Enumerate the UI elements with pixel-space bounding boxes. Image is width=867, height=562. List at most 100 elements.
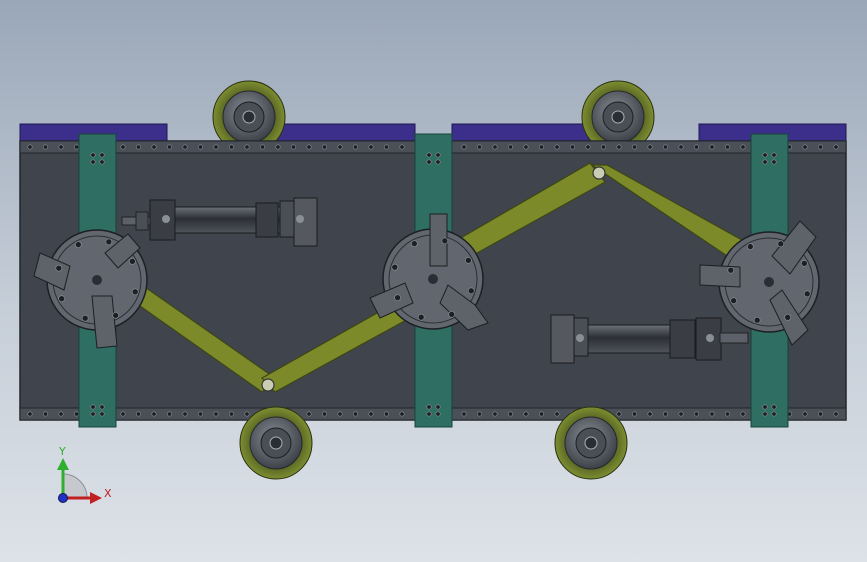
bolt: [426, 404, 432, 410]
bolt: [352, 411, 358, 417]
bolt: [394, 294, 401, 301]
wheel-bottom-left[interactable]: [239, 406, 313, 480]
bolt: [213, 144, 219, 150]
bolt: [58, 144, 64, 150]
bolt: [678, 411, 684, 417]
bolt: [631, 144, 637, 150]
bolt: [99, 411, 105, 417]
bolt: [441, 237, 449, 245]
bolt: [448, 311, 455, 318]
bolt: [58, 295, 65, 302]
bolt: [747, 243, 754, 250]
x-axis-label: X: [104, 487, 112, 500]
bolt: [42, 411, 48, 417]
bolt: [321, 411, 327, 417]
bolt: [151, 144, 157, 150]
bolt: [75, 241, 82, 248]
bolt: [693, 144, 699, 150]
bolt: [803, 290, 811, 298]
bolt: [476, 144, 482, 150]
bolt: [435, 411, 441, 417]
bolt: [762, 159, 768, 165]
bolt: [802, 144, 808, 150]
bolt: [753, 316, 761, 324]
bolt: [435, 152, 441, 158]
bolt: [523, 144, 529, 150]
cad-viewport[interactable]: Y X: [0, 0, 867, 562]
bolt: [55, 264, 63, 272]
bolt: [771, 159, 777, 165]
bolt: [383, 144, 389, 150]
bolt: [182, 144, 188, 150]
bolt: [417, 313, 425, 321]
bolt: [136, 411, 142, 417]
top-plate: [451, 123, 596, 143]
wheel-bottom-right[interactable]: [554, 406, 628, 480]
triad-plane-arc: [62, 473, 88, 499]
bolt: [151, 411, 157, 417]
bolt: [833, 144, 839, 150]
bolt: [399, 144, 405, 150]
bolt: [337, 144, 343, 150]
y-arrow-head: [57, 458, 69, 470]
bolt: [27, 411, 33, 417]
bolt: [58, 411, 64, 417]
bolt: [647, 144, 653, 150]
bolt: [167, 411, 173, 417]
bolt: [662, 144, 668, 150]
bolt: [136, 144, 142, 150]
bolt: [306, 411, 312, 417]
bolt: [801, 260, 808, 267]
bolt: [492, 411, 498, 417]
bolt: [507, 411, 513, 417]
bolt: [244, 411, 250, 417]
bolt: [771, 404, 777, 410]
bolt: [81, 314, 89, 322]
bolt: [105, 238, 113, 246]
bolt: [321, 144, 327, 150]
bolt: [368, 144, 374, 150]
bolt: [817, 144, 823, 150]
x-arrow-head: [90, 492, 102, 504]
bolt: [784, 314, 791, 321]
bolt: [467, 287, 475, 295]
bolt: [538, 411, 544, 417]
bolt: [167, 144, 173, 150]
bolt: [99, 159, 105, 165]
bolt: [198, 144, 204, 150]
bolt: [771, 152, 777, 158]
bolt: [538, 144, 544, 150]
top-plate: [271, 123, 416, 143]
bolt: [368, 411, 374, 417]
bolt: [461, 411, 467, 417]
bolt: [337, 411, 343, 417]
bolt: [762, 411, 768, 417]
bolt: [709, 144, 715, 150]
bolt: [435, 404, 441, 410]
bolt: [90, 159, 96, 165]
assembly-drawing[interactable]: Y X: [0, 0, 867, 562]
bolt: [616, 144, 622, 150]
bolt: [112, 312, 119, 319]
link-pivot: [261, 378, 275, 392]
bolt: [465, 257, 472, 264]
bolt: [275, 144, 281, 150]
bolt: [554, 144, 560, 150]
bolt: [724, 411, 730, 417]
bolt: [727, 266, 735, 274]
bolt: [802, 411, 808, 417]
y-axis-label: Y: [58, 445, 66, 458]
bolt: [709, 411, 715, 417]
bolt: [777, 240, 785, 248]
bolt: [585, 144, 591, 150]
bolt: [833, 411, 839, 417]
z-axis-origin: [58, 493, 68, 503]
bolt: [290, 144, 296, 150]
bolt: [724, 144, 730, 150]
bolt: [213, 411, 219, 417]
bolt: [90, 404, 96, 410]
bolt: [120, 411, 126, 417]
bolt: [631, 411, 637, 417]
axis-triad[interactable]: Y X: [57, 445, 112, 504]
bolt: [90, 411, 96, 417]
